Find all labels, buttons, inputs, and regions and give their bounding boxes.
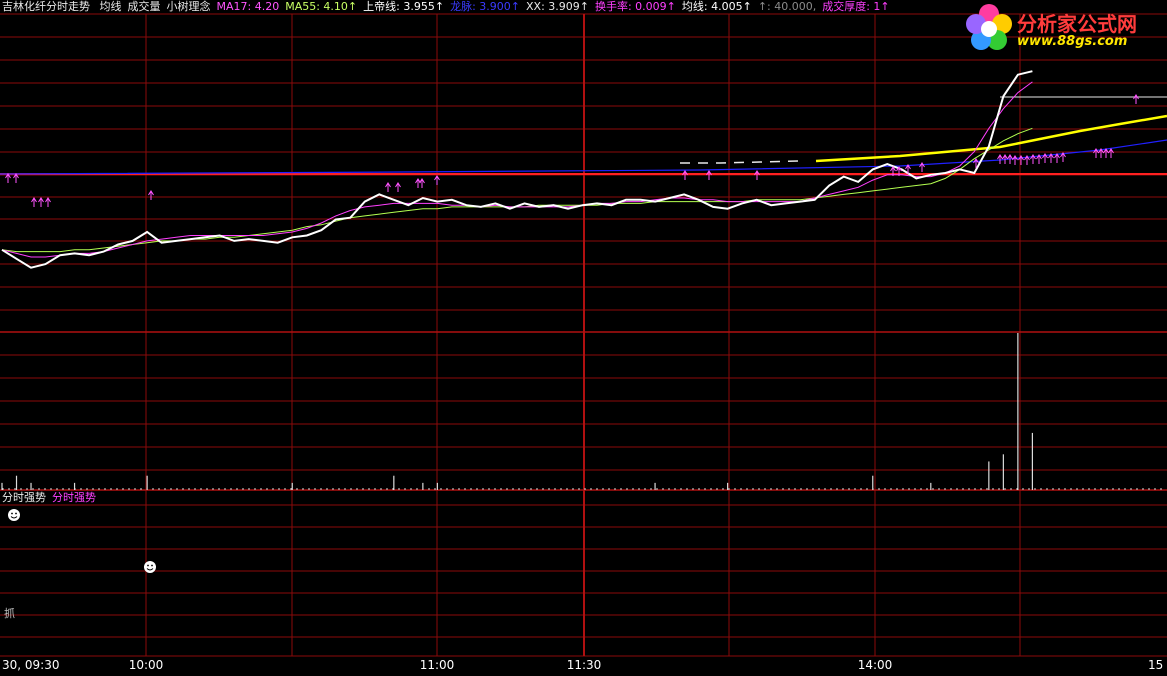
indicator-title: 分时走势 (46, 0, 90, 13)
header-item: 小树理念 (166, 0, 211, 13)
sub-panel-legend: 分时强势 (52, 491, 96, 504)
header-item: 上帝线: 3.955↑ (363, 0, 445, 13)
avg-line (680, 160, 801, 164)
intraday-chart: 30, 09:30 10:00 11:00 11:30 14:00 15 (0, 13, 1167, 672)
time-axis-label: 14:00 (858, 658, 893, 672)
header-item: XX: 3.909↑ (526, 0, 589, 13)
time-axis-label: 11:00 (420, 658, 455, 672)
ma17-line (1, 81, 1033, 258)
time-axis-label: 30, 09:30 (2, 658, 59, 672)
price-line (1, 70, 1033, 269)
stock-name: 吉林化纤 (2, 0, 46, 13)
smiley-icon (144, 561, 156, 573)
smiley-icon (147, 564, 149, 567)
time-axis-label: 15 (1148, 658, 1163, 672)
smiley-icon (15, 512, 17, 515)
time-axis-label: 11:30 (567, 658, 602, 672)
header-item: 成交厚度: 1↑ (822, 0, 890, 13)
header-item: MA55: 4.10↑ (285, 0, 358, 13)
header-item: 龙脉: 3.900↑ (450, 0, 520, 13)
header-item: MA17: 4.20 (216, 0, 280, 13)
site-logo: 分析家公式网 www.88gs.com (963, 2, 1161, 54)
smiley-icon (11, 512, 13, 515)
header-item: 均线 (99, 0, 122, 13)
flower-icon (966, 4, 1012, 50)
grab-annotation: 抓 (4, 607, 15, 620)
smiley-icon (151, 564, 153, 567)
sub-panel-title: 分时强势 (2, 491, 46, 504)
header-item: 均线: 4.005↑ (681, 0, 752, 13)
chart-header: 吉林化纤分时走势 均线 成交量 小树理念 MA17: 4.20 MA55: 4.10↑ 上… (2, 0, 902, 14)
header-item: 成交量 (127, 0, 161, 13)
logo-title: 分析家公式网 (1017, 12, 1137, 36)
header-item: 换手率: 0.009↑ (594, 0, 676, 13)
ma55-line (1, 127, 1033, 253)
time-axis-label: 10:00 (129, 658, 164, 672)
smiley-icon (8, 509, 20, 521)
header-item: ↑: 40.000, (757, 0, 817, 13)
sub-panel-header: 分时强势 分时强势 (2, 491, 102, 505)
logo-url: www.88gs.com (1017, 34, 1128, 49)
